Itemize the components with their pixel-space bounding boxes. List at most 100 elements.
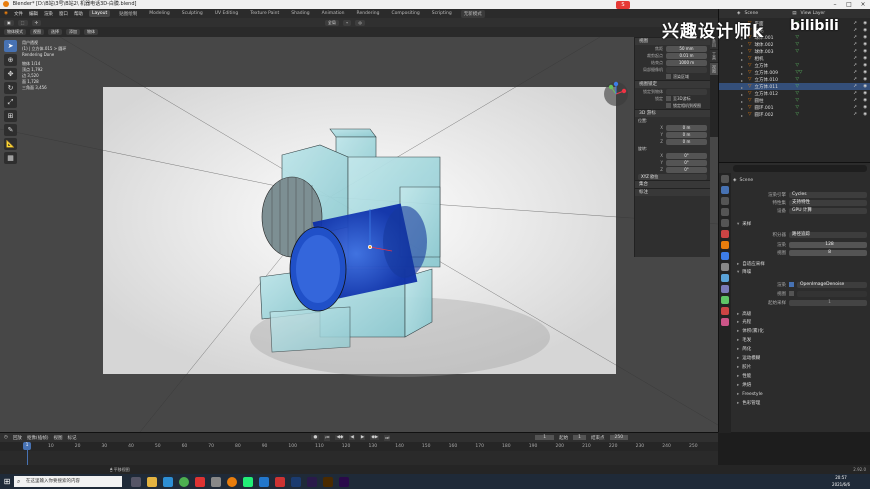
outliner-row[interactable]: ▸ ▽ 球体.002 ▽ ➚ ◉ [719,41,870,48]
scale-tool-icon[interactable]: ⤢ [4,96,17,108]
chrome-icon[interactable] [179,476,189,487]
photoshop-icon[interactable] [291,476,301,487]
scene-selector[interactable]: Scene [744,11,758,16]
menu-help[interactable]: 帮助 [74,11,83,17]
outliner-row[interactable]: ▸ ▽ 立方体 ▽ ➚ ◉ [719,62,870,69]
render-tab-icon[interactable] [721,186,729,194]
select-toggle-icon[interactable]: ➚ [853,21,857,26]
outliner-item-name[interactable]: 相机 [754,56,792,62]
workspace-tab-rendering[interactable]: Rendering [354,10,383,17]
expand-arrow-icon[interactable]: ▸ [741,50,745,55]
select-toggle-icon[interactable]: ➚ [853,98,857,103]
workspace-tab-compositing[interactable]: Compositing [389,10,423,17]
select-mode-icon[interactable]: ⬚ [17,19,28,26]
app-icon-1[interactable] [195,476,205,487]
lock-camera-checkbox[interactable] [666,103,671,108]
view-menu[interactable]: 视图 [53,435,62,441]
visibility-eye-icon[interactable]: ◉ [863,35,867,40]
visibility-eye-icon[interactable]: ◉ [863,28,867,33]
denoise-section[interactable]: 降噪 [733,269,867,276]
workspace-tab-modeling[interactable]: Modeling [146,10,172,17]
app-icon-5[interactable] [275,476,285,487]
media-encoder-icon[interactable] [307,476,317,487]
outliner-item-name[interactable]: 圆环.002 [754,112,792,118]
playback-menu[interactable]: 回放 [13,435,22,441]
select-toggle-icon[interactable]: ➚ [853,28,857,33]
lock-to-cursor-checkbox[interactable] [666,96,671,101]
viewport-samples-field[interactable]: 8 [789,249,867,256]
outliner-row[interactable]: ▸ ▽ 立方体.011 ▽ ➚ ◉ [719,83,870,90]
maximize-button[interactable]: □ [842,0,856,9]
annotation-section-header[interactable]: 标注 [635,188,710,196]
expand-arrow-icon[interactable]: ▸ [741,85,745,90]
select-toggle-icon[interactable]: ➚ [853,56,857,61]
global-orientation-button[interactable]: 全局 [324,19,339,26]
visibility-eye-icon[interactable]: ◉ [863,98,867,103]
view-layer-selector[interactable]: View Layer [800,11,825,16]
cursor-y-field[interactable]: 0 m [666,131,707,138]
outliner-item-name[interactable]: 球体.002 [754,42,792,48]
expand-arrow-icon[interactable]: ▸ [741,92,745,97]
visibility-eye-icon[interactable]: ◉ [863,70,867,75]
visibility-eye-icon[interactable]: ◉ [863,56,867,61]
advanced-section[interactable]: 高级 [733,311,867,318]
texture-tab-icon[interactable] [721,318,729,326]
close-button[interactable]: × [856,0,870,9]
jump-end-icon[interactable]: ⏭ [384,434,391,441]
taskbar-search-input[interactable]: 在这里输入你要搜索的内容 [14,476,122,487]
select-menu[interactable]: 选择 [48,29,62,35]
properties-section[interactable]: 毛发 [733,337,867,344]
select-toggle-icon[interactable]: ➚ [853,84,857,89]
lock-object-field[interactable] [666,88,707,95]
jump-start-icon[interactable]: ⏮ [324,434,331,441]
start-sample-field[interactable]: 1 [789,299,867,306]
particles-tab-icon[interactable] [721,263,729,271]
windows-start-icon[interactable]: ⊞ [0,474,14,489]
expand-arrow-icon[interactable]: ▸ [741,71,745,76]
data-tab-icon[interactable] [721,296,729,304]
timeline-editor-icon[interactable]: ◷ [4,435,8,440]
marker-menu[interactable]: 标记 [67,435,76,441]
playhead[interactable]: 1 [23,442,31,450]
clip-end-field[interactable]: 1000 m [666,59,707,66]
view-menu[interactable]: 视图 [30,29,44,35]
modifier-tab-icon[interactable] [721,252,729,260]
select-toggle-icon[interactable]: ➚ [853,49,857,54]
rotation-mode-select[interactable]: XYZ 欧拉 [638,173,707,180]
properties-section[interactable]: 胶片 [733,364,867,371]
local-camera-checkbox[interactable] [666,66,707,73]
properties-section[interactable]: 烘焙 [733,382,867,389]
rotate-tool-icon[interactable]: ↻ [4,82,17,94]
properties-section[interactable]: 性能 [733,373,867,380]
keying-menu[interactable]: 抠像(插帧) [27,435,49,441]
output-tab-icon[interactable] [721,197,729,205]
workspace-tab-texture-draw[interactable]: 贴图绘制 [116,10,140,18]
select-toggle-icon[interactable]: ➚ [853,105,857,110]
transform-tool-icon[interactable]: ⊞ [4,110,17,122]
denoise-render-select[interactable]: OpenImageDenoise [797,281,867,288]
proportional-edit-icon[interactable]: ◎ [355,19,365,26]
visibility-eye-icon[interactable]: ◉ [863,21,867,26]
menu-edit[interactable]: 编辑 [29,11,38,17]
visibility-eye-icon[interactable]: ◉ [863,105,867,110]
workspace-tab-scripting[interactable]: Scripting [429,10,455,17]
rot-x-field[interactable]: 0° [666,152,707,159]
select-toggle-icon[interactable]: ➚ [853,70,857,75]
outliner-item-name[interactable]: 立方体.009 [754,70,792,76]
expand-arrow-icon[interactable]: ▸ [741,113,745,118]
expand-arrow-icon[interactable]: ▸ [741,57,745,62]
feature-set-select[interactable]: 支持特性 [789,199,867,206]
expand-arrow-icon[interactable]: ▸ [741,64,745,69]
focal-length-field[interactable]: 50 mm [666,45,707,52]
menu-file[interactable]: 文件 [14,11,23,17]
new-mode-button[interactable]: 无新模式 [460,9,485,18]
menu-render[interactable]: 渲染 [44,11,53,17]
start-frame-field[interactable]: 1 [573,435,587,440]
outliner-row[interactable]: ▸ ▽ 圆环.002 ▽ ➚ ◉ [719,111,870,118]
play-icon[interactable]: ▶ [359,435,366,440]
world-tab-icon[interactable] [721,230,729,238]
select-box-tool-icon[interactable]: ➤ [4,40,17,52]
sampling-section[interactable]: 采样 [733,221,867,228]
outliner-item-name[interactable]: 圆柱 [754,98,792,104]
render-engine-select[interactable]: Cycles [789,191,867,198]
